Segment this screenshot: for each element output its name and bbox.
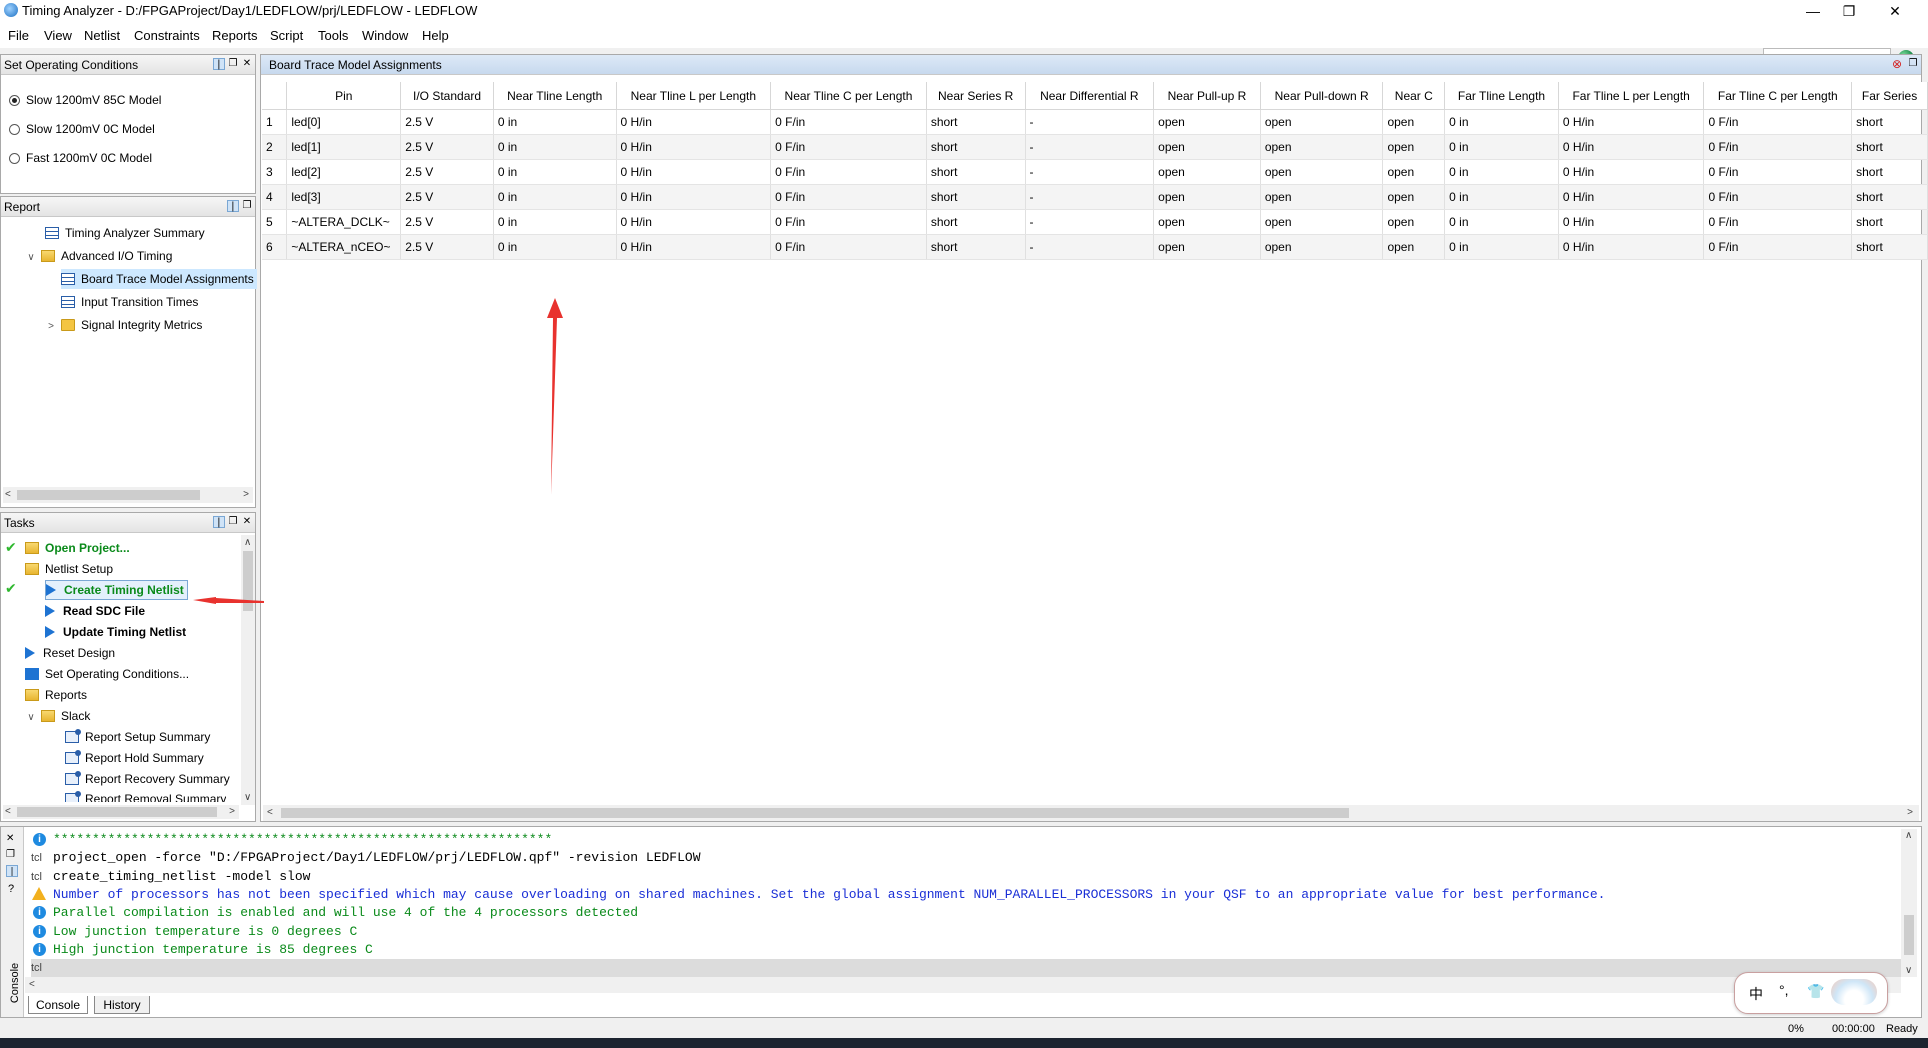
status-bar: 0% 00:00:00 Ready bbox=[0, 1020, 1928, 1038]
warning-icon bbox=[32, 886, 46, 900]
console-panel: ✕ ❐ ❘ ? Console i ***********************… bbox=[0, 826, 1922, 1018]
console-line-info: i ***************************************… bbox=[33, 831, 553, 849]
tcl-prompt-icon: tcl bbox=[31, 962, 42, 975]
console-text: Number of processors has not been specif… bbox=[53, 886, 1606, 902]
console-text: High junction temperature is 85 degrees … bbox=[53, 941, 373, 957]
ime-language[interactable]: 中 bbox=[1749, 984, 1763, 1004]
horizontal-scrollbar[interactable]: < bbox=[25, 977, 1901, 993]
info-icon: i bbox=[33, 924, 46, 938]
console-line-info: i High junction temperature is 85 degrees… bbox=[33, 941, 373, 959]
taskbar-edge bbox=[0, 1038, 1928, 1048]
console-text: project_open -force "D:/FPGAProject/Day1… bbox=[53, 850, 701, 866]
info-icon: i bbox=[33, 942, 46, 956]
scroll-down-icon[interactable]: ∨ bbox=[1905, 965, 1912, 976]
console-text: Parallel compilation is enabled and will… bbox=[53, 905, 639, 921]
console-output: i ***************************************… bbox=[1, 827, 1901, 978]
scroll-left-icon[interactable]: < bbox=[29, 979, 35, 990]
console-line-warning: Number of processors has not been specif… bbox=[32, 886, 1606, 904]
status-time: 00:00:00 bbox=[1832, 1023, 1875, 1035]
shirt-icon[interactable]: 👕 bbox=[1807, 983, 1824, 1000]
console-line-info: i Low junction temperature is 0 degrees C bbox=[33, 923, 358, 941]
annotation-arrow-up bbox=[547, 298, 563, 495]
annotation-arrow-left bbox=[193, 597, 264, 604]
scrollbar-thumb[interactable] bbox=[1904, 915, 1914, 955]
console-text: create_timing_netlist -model slow bbox=[53, 868, 311, 884]
cloud-icon[interactable] bbox=[1831, 979, 1877, 1005]
console-text: ****************************************… bbox=[53, 832, 553, 847]
info-icon: i bbox=[33, 833, 46, 846]
tcl-prompt-icon: tcl bbox=[31, 852, 42, 865]
tab-history[interactable]: History bbox=[94, 996, 150, 1014]
info-icon: i bbox=[33, 906, 46, 920]
tab-console[interactable]: Console bbox=[28, 996, 88, 1014]
status-progress: 0% bbox=[1788, 1023, 1804, 1035]
status-state: Ready bbox=[1886, 1023, 1918, 1035]
console-line-tcl: tcl create_timing_netlist -model slow bbox=[31, 868, 311, 886]
tcl-prompt-icon: tcl bbox=[31, 870, 42, 883]
ime-punctuation[interactable]: °, bbox=[1779, 982, 1789, 998]
console-line-info: i Parallel compilation is enabled and wil… bbox=[33, 904, 639, 922]
console-line-tcl: tcl bbox=[31, 959, 1901, 978]
ime-toolbar[interactable]: 中 °, 👕 bbox=[1734, 972, 1888, 1014]
scroll-up-icon[interactable]: ∧ bbox=[1905, 830, 1912, 841]
vertical-scrollbar[interactable]: ∧ ∨ bbox=[1901, 829, 1917, 977]
console-text: Low junction temperature is 0 degrees C bbox=[53, 923, 358, 939]
console-line-tcl: tcl project_open -force "D:/FPGAProject/D… bbox=[31, 849, 701, 867]
